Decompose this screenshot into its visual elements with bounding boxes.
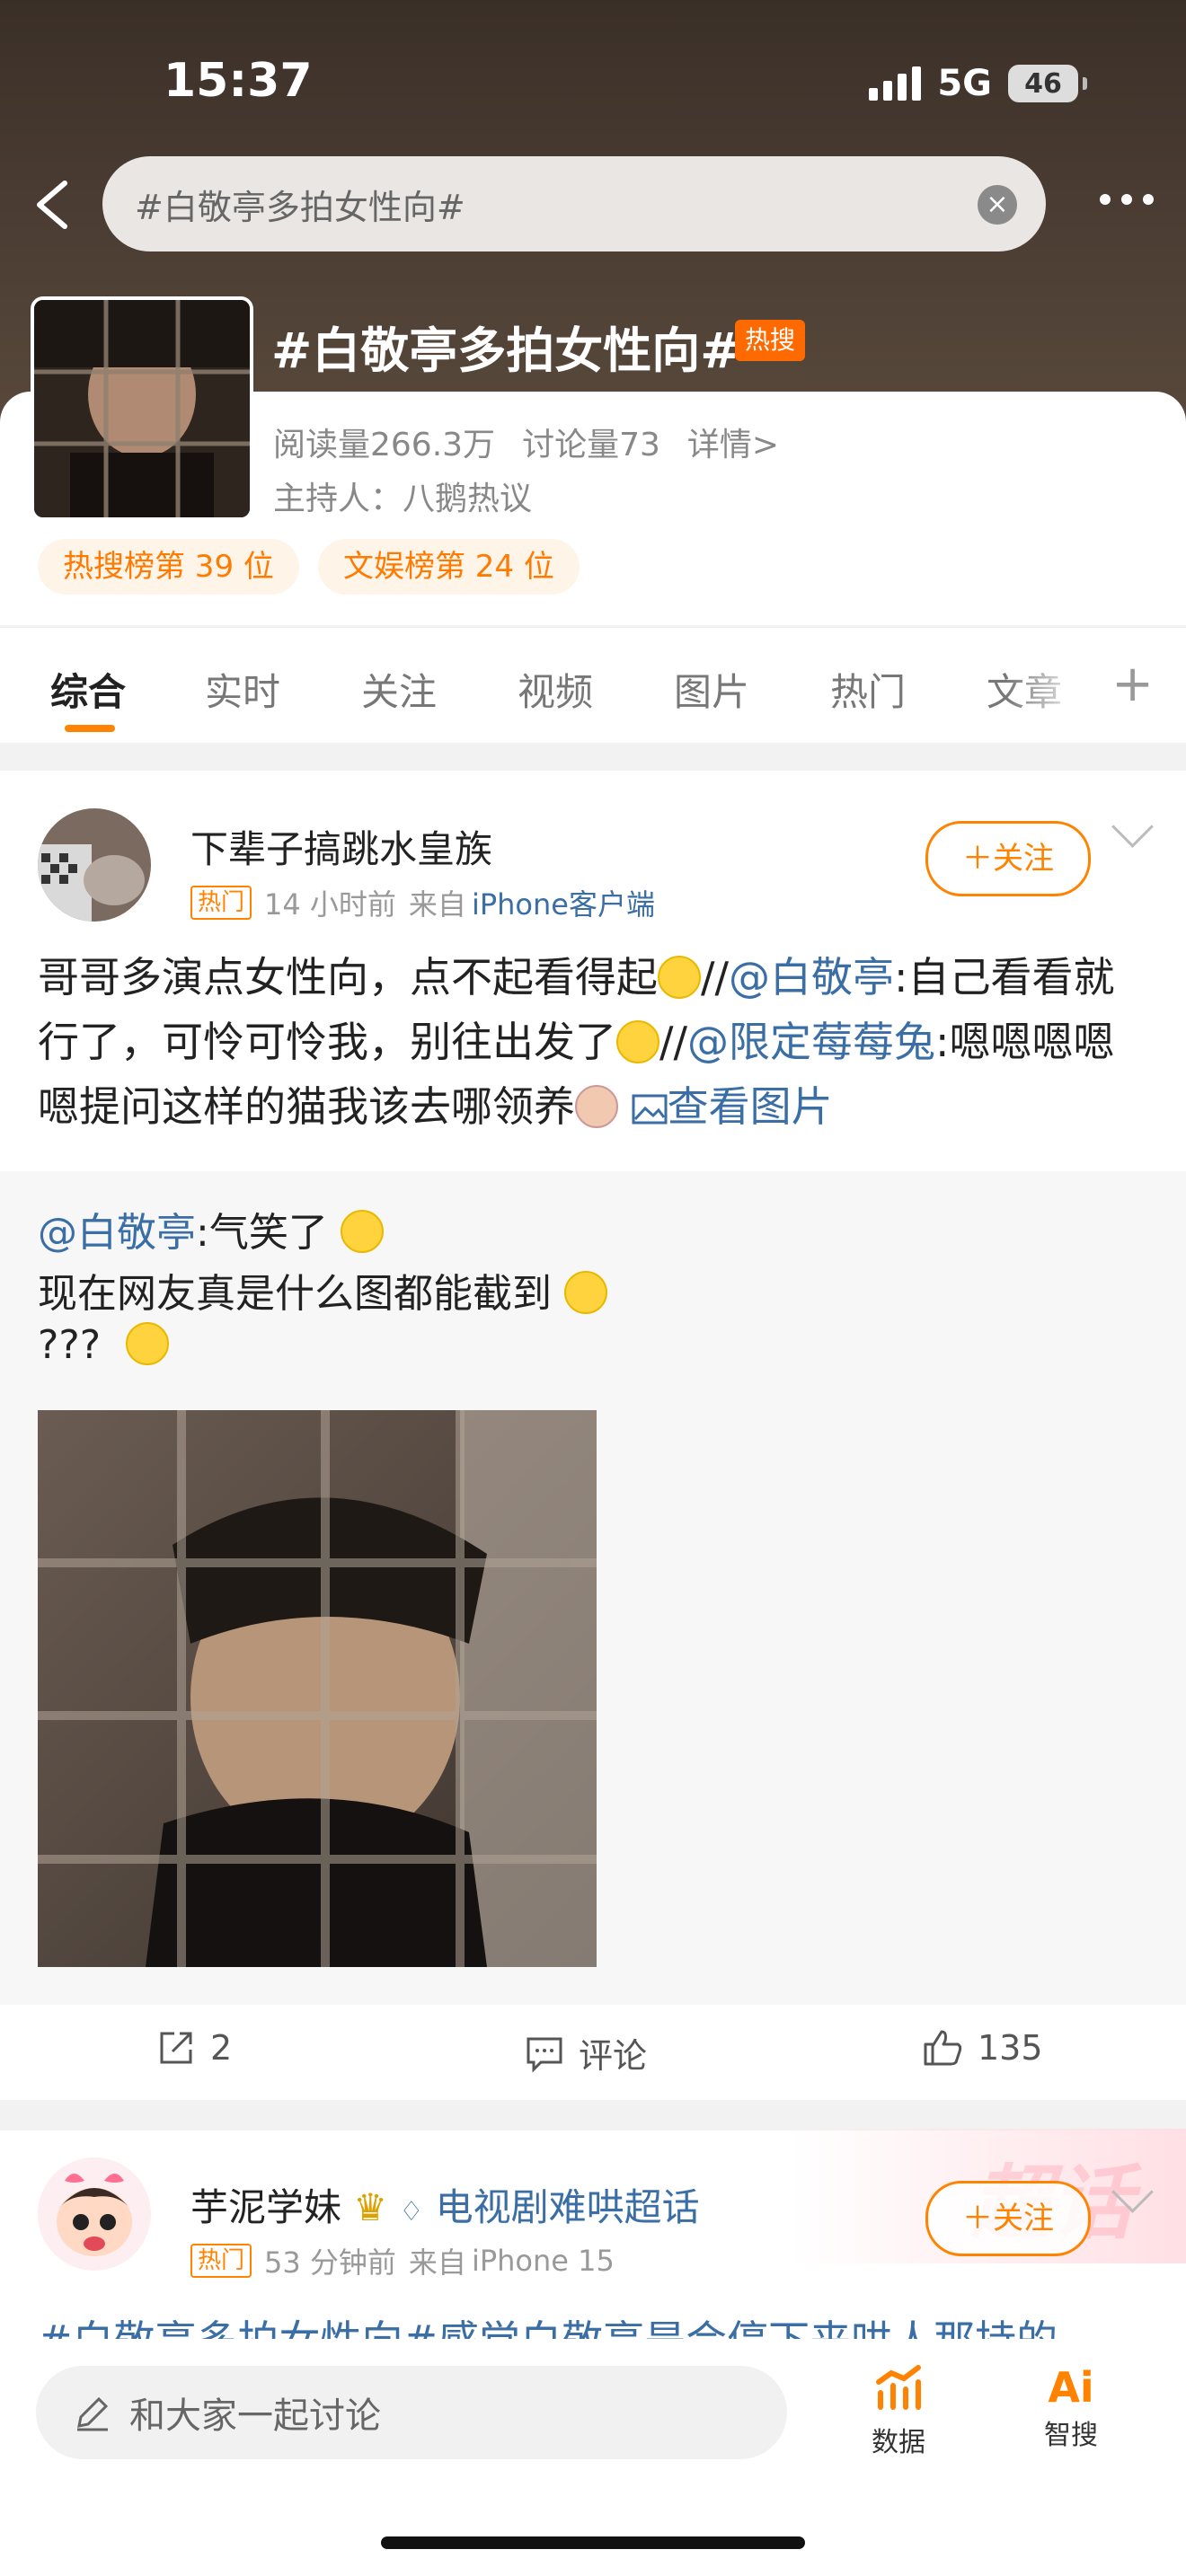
post-meta: 热门 53 分钟前 来自 iPhone 15 <box>190 2240 615 2281</box>
source-prefix: 来自 <box>408 2245 466 2280</box>
entertainment-rank[interactable]: 文娱榜第 24 位 <box>318 539 580 595</box>
image-icon <box>632 1094 668 1125</box>
battery-icon: 46 <box>1008 65 1087 102</box>
follow-button[interactable]: ＋关注 <box>925 821 1091 896</box>
hot-badge: 热搜 <box>735 320 805 361</box>
tab-video[interactable]: 视频 <box>518 662 593 717</box>
tab-images[interactable]: 图片 <box>674 662 749 717</box>
more-options-icon[interactable] <box>1100 194 1154 205</box>
share-icon <box>160 2032 192 2064</box>
hot-tag: 热门 <box>190 2244 252 2278</box>
ai-search-button[interactable]: Ai 智搜 <box>1017 2362 1125 2452</box>
data-label: 数据 <box>872 2427 925 2458</box>
network-label: 5G <box>937 63 992 104</box>
repost-separator: // <box>659 1018 687 1066</box>
repost-line3: ??? <box>38 1322 170 1368</box>
mention-link[interactable]: @限定莓莓兔 <box>687 1018 935 1066</box>
repost-separator: // <box>701 953 729 1001</box>
mention-link[interactable]: @白敬亭 <box>38 1210 196 1256</box>
repost-text: ??? <box>38 1322 102 1368</box>
home-indicator[interactable] <box>381 2536 805 2549</box>
thumbs-up-icon <box>924 2030 962 2066</box>
comment-icon <box>527 2037 562 2073</box>
hot-tag: 热门 <box>190 886 252 920</box>
avatar[interactable] <box>38 808 151 922</box>
signal-icon <box>869 66 922 101</box>
tab-hot[interactable]: 热门 <box>830 662 906 717</box>
smile-emoji-icon <box>564 1271 607 1314</box>
post-time: 53 分钟前 <box>264 2245 396 2280</box>
data-button[interactable]: 数据 <box>845 2362 952 2459</box>
comment-button[interactable]: 评论 <box>525 2028 647 2078</box>
details-link[interactable]: 详情> <box>687 419 779 465</box>
clear-icon[interactable]: × <box>978 185 1017 225</box>
status-bar-right: 5G 46 <box>869 63 1087 104</box>
repost-line1: @白敬亭:气笑了 <box>38 1200 384 1257</box>
supertopic-icon: ♢ <box>399 2196 424 2228</box>
smile-emoji-icon <box>126 1322 170 1365</box>
tab-fade <box>1006 628 1087 743</box>
ai-icon: Ai <box>1048 2363 1094 2412</box>
sweat-emoji-icon <box>658 956 701 999</box>
view-image-label: 查看图片 <box>667 1082 833 1131</box>
post-author[interactable]: 下辈子搞跳水皇族 <box>190 819 492 874</box>
person-emoji-icon <box>575 1085 618 1128</box>
source-prefix: 来自 <box>408 887 466 922</box>
post-time: 14 小时前 <box>264 887 396 922</box>
topic-title: #白敬亭多拍女性向# <box>271 322 741 379</box>
repost-line2: 现在网友真是什么图都能截到 <box>38 1261 607 1319</box>
author-name[interactable]: 芋泥学妹 <box>190 2185 341 2229</box>
smile-emoji-icon <box>616 1020 659 1063</box>
repost-text: :气笑了 <box>196 1210 328 1256</box>
back-arrow-icon[interactable] <box>31 180 74 230</box>
post-body: 哥哥多演点女性向，点不起看得起//@白敬亭:自己看看就行了，可怜可怜我，别往出发… <box>38 945 1152 1139</box>
ai-label: 智搜 <box>1044 2420 1098 2451</box>
hot-search-rank[interactable]: 热搜榜第 39 位 <box>38 539 299 595</box>
repost-text: 现在网友真是什么图都能截到 <box>38 1271 552 1317</box>
comment-label: 评论 <box>579 2036 648 2076</box>
chart-icon <box>876 2365 921 2410</box>
discussions-count: 讨论量73 <box>522 427 660 463</box>
pencil-icon <box>77 2396 109 2431</box>
search-query: #白敬亭多拍女性向# <box>135 187 465 227</box>
status-time: 15:37 <box>164 54 313 108</box>
smile-emoji-icon <box>340 1210 384 1253</box>
tab-comprehensive[interactable]: 综合 <box>50 662 126 717</box>
repost-image[interactable] <box>38 1410 597 1967</box>
supertopic-link[interactable]: 电视剧难哄超话 <box>436 2185 700 2229</box>
compose-input[interactable]: 和大家一起讨论 <box>36 2366 787 2459</box>
active-tab-indicator <box>65 725 115 732</box>
like-button[interactable]: 135 <box>922 2028 1043 2068</box>
mention-link[interactable]: @白敬亭 <box>729 953 894 1001</box>
add-tab-icon[interactable]: + <box>1111 655 1154 713</box>
view-image-link[interactable]: 查看图片 <box>632 1082 833 1131</box>
tab-following[interactable]: 关注 <box>361 662 437 717</box>
post-text: 哥哥多演点女性向，点不起看得起 <box>38 953 658 1001</box>
like-count: 135 <box>978 2028 1043 2068</box>
search-input[interactable]: #白敬亭多拍女性向# × <box>102 156 1046 251</box>
post-action-bar: 2 评论 135 <box>0 2005 1186 2100</box>
post-meta: 热门 14 小时前 来自 iPhone客户端 <box>190 882 655 923</box>
tab-realtime[interactable]: 实时 <box>205 662 280 717</box>
post-author: 芋泥学妹 ♛ ♢ 电视剧难哄超话 <box>190 2177 700 2232</box>
topic-thumbnail[interactable] <box>31 296 253 521</box>
follow-button[interactable]: ＋关注 <box>925 2181 1091 2256</box>
tab-bar: 综合 实时 关注 视频 图片 热门 文章 + <box>0 627 1186 743</box>
topic-stats: 阅读量266.3万 讨论量73 详情> <box>273 419 779 465</box>
post-source[interactable]: iPhone客户端 <box>472 882 655 923</box>
compose-placeholder: 和大家一起讨论 <box>129 2395 381 2437</box>
crown-icon: ♛ <box>353 2185 388 2229</box>
topic-host: 主持人：八鹅热议 <box>273 481 533 517</box>
post-source: iPhone 15 <box>471 2244 615 2278</box>
reads-count: 阅读量266.3万 <box>273 427 496 463</box>
avatar[interactable] <box>38 2157 151 2271</box>
share-count: 2 <box>210 2028 233 2068</box>
share-button[interactable]: 2 <box>156 2028 232 2068</box>
